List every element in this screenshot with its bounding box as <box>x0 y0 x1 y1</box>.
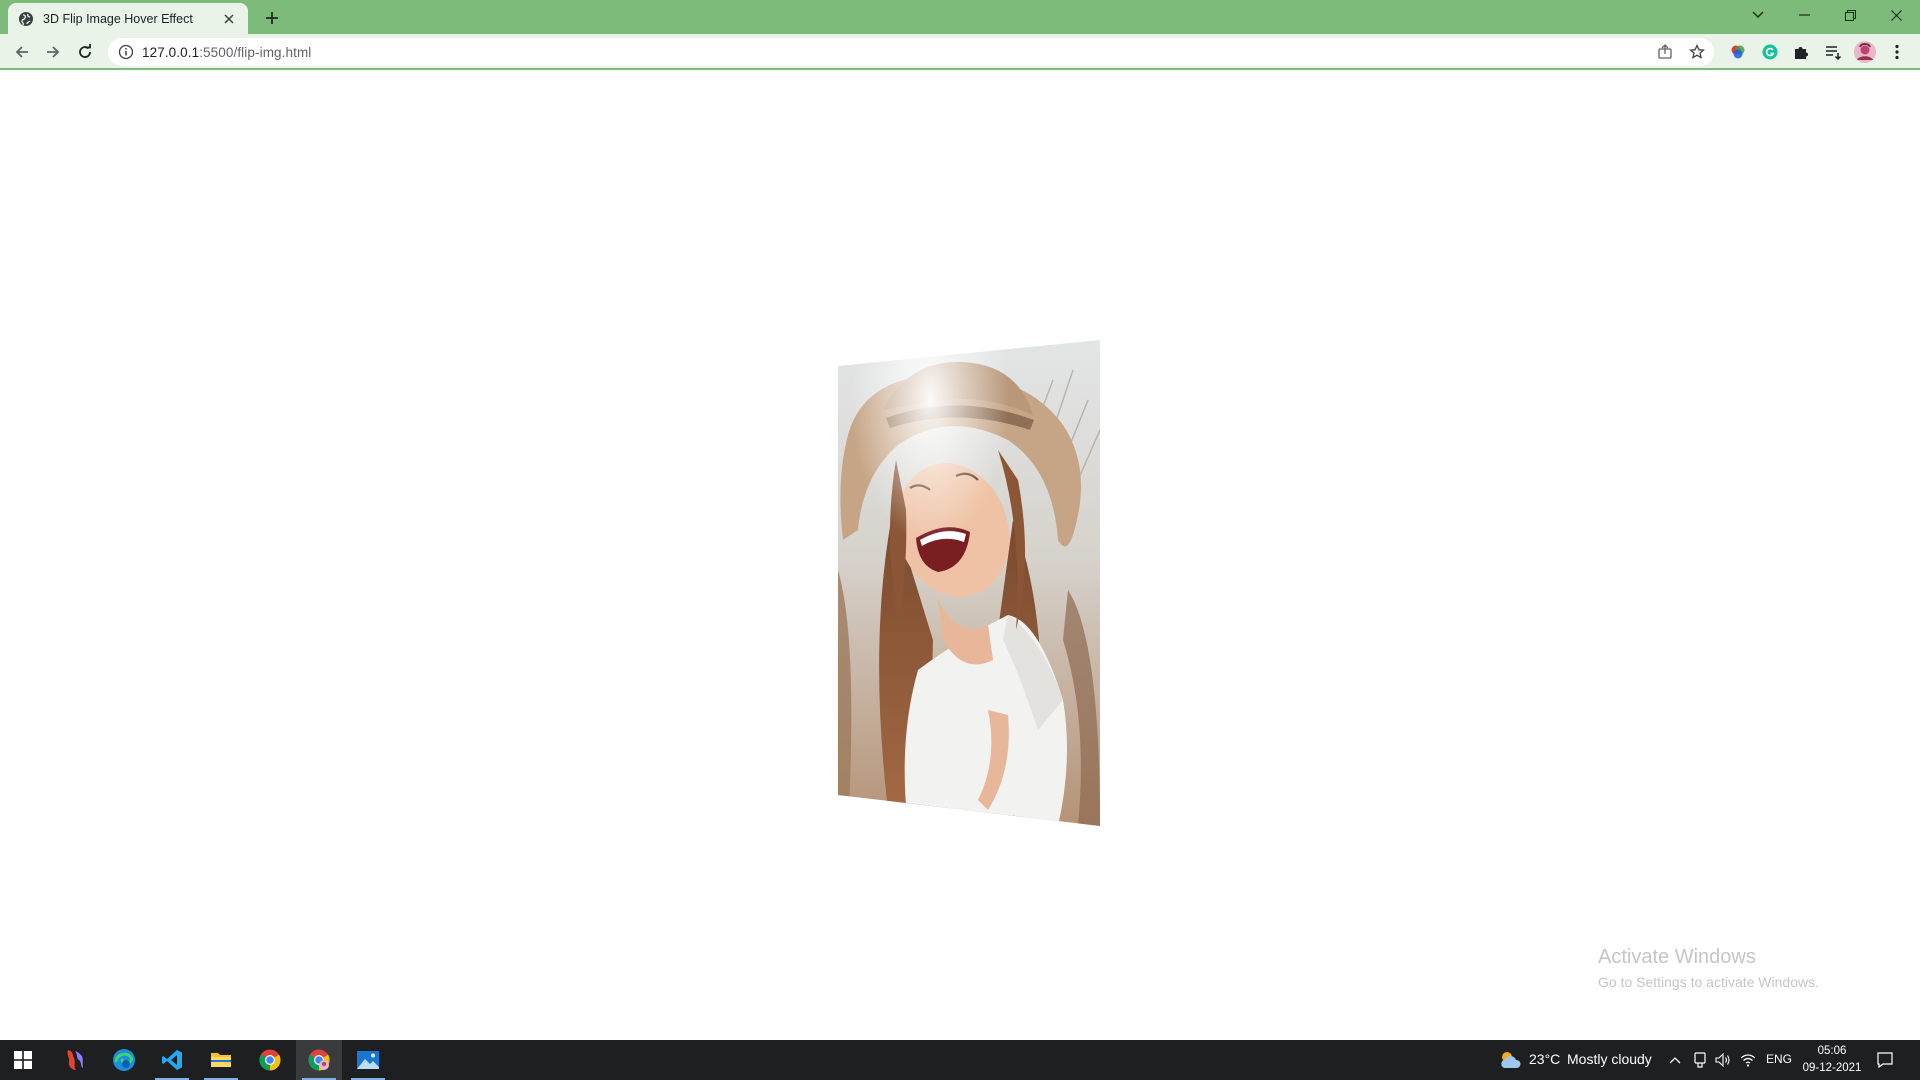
flip-image-card[interactable] <box>838 340 1101 826</box>
chrome-icon[interactable] <box>247 1040 293 1080</box>
chrome-profile-icon[interactable] <box>296 1040 342 1080</box>
more-menu-icon[interactable] <box>1885 40 1909 64</box>
url-host: 127.0.0.1 <box>142 44 200 60</box>
minimize-icon[interactable] <box>1781 0 1827 30</box>
address-bar[interactable]: 127.0.0.1:5500/flip-img.html <box>108 38 1714 66</box>
restore-icon[interactable] <box>1827 0 1873 30</box>
file-explorer-icon[interactable] <box>198 1040 244 1080</box>
wifi-icon[interactable] <box>1738 1050 1758 1070</box>
close-tab-icon[interactable] <box>220 10 238 28</box>
weather-condition[interactable]: Mostly cloudy <box>1567 1051 1652 1067</box>
color-picker-extension-icon[interactable] <box>1726 40 1750 64</box>
extensions-puzzle-icon[interactable] <box>1789 40 1813 64</box>
browser-tab[interactable]: 3D Flip Image Hover Effect <box>8 3 248 34</box>
globe-icon <box>18 11 34 27</box>
profile-avatar[interactable] <box>1853 40 1877 64</box>
weather-temperature[interactable]: 23°C <box>1529 1051 1560 1067</box>
new-tab-button[interactable] <box>260 6 284 30</box>
watermark-title: Activate Windows <box>1598 946 1756 968</box>
site-info-icon[interactable] <box>118 44 134 60</box>
watermark-subtitle: Go to Settings to activate Windows. <box>1598 974 1819 990</box>
back-arrow-icon[interactable] <box>10 40 34 64</box>
url-text: 127.0.0.1:5500/flip-img.html <box>142 45 311 60</box>
forward-arrow-icon[interactable] <box>41 40 65 64</box>
share-icon[interactable] <box>1653 38 1677 66</box>
system-clock[interactable]: 05:06 09-12-2021 <box>1792 1043 1872 1077</box>
notifications-icon[interactable] <box>1875 1050 1895 1070</box>
clock-time: 05:06 <box>1817 1045 1847 1057</box>
page-viewport: Activate Windows Go to Settings to activ… <box>0 70 1920 1040</box>
close-window-icon[interactable] <box>1873 0 1919 30</box>
grammarly-extension-icon[interactable] <box>1758 40 1782 64</box>
chevron-up-icon[interactable] <box>1665 1050 1685 1070</box>
reload-icon[interactable] <box>73 40 97 64</box>
tab-strip: 3D Flip Image Hover Effect <box>0 0 1920 34</box>
activate-windows-watermark: Activate Windows Go to Settings to activ… <box>1598 946 1819 990</box>
tab-title: 3D Flip Image Hover Effect <box>43 11 193 26</box>
clock-date: 09-12-2021 <box>1802 1062 1862 1074</box>
language-indicator[interactable]: ENG <box>1766 1052 1792 1066</box>
url-path: :5500/flip-img.html <box>199 44 312 60</box>
windows-start-icon[interactable] <box>0 1040 46 1080</box>
edge-icon[interactable] <box>101 1040 147 1080</box>
bookmark-star-icon[interactable] <box>1685 38 1709 66</box>
windows-taskbar: 23°C Mostly cloudy ENG 05:06 09-12-2021 <box>0 1040 1920 1080</box>
weather-cloud-icon[interactable] <box>1497 1050 1523 1070</box>
reading-list-icon[interactable] <box>1821 40 1845 64</box>
tab-search-icon[interactable] <box>1735 0 1781 30</box>
meet-now-icon[interactable] <box>1690 1050 1710 1070</box>
portrait-photo <box>838 340 1100 826</box>
volume-icon[interactable] <box>1713 1050 1733 1070</box>
browser-toolbar: 127.0.0.1:5500/flip-img.html <box>0 34 1920 70</box>
vscode-icon[interactable] <box>149 1040 195 1080</box>
photoshop-icon[interactable] <box>52 1040 98 1080</box>
photos-icon[interactable] <box>345 1040 391 1080</box>
